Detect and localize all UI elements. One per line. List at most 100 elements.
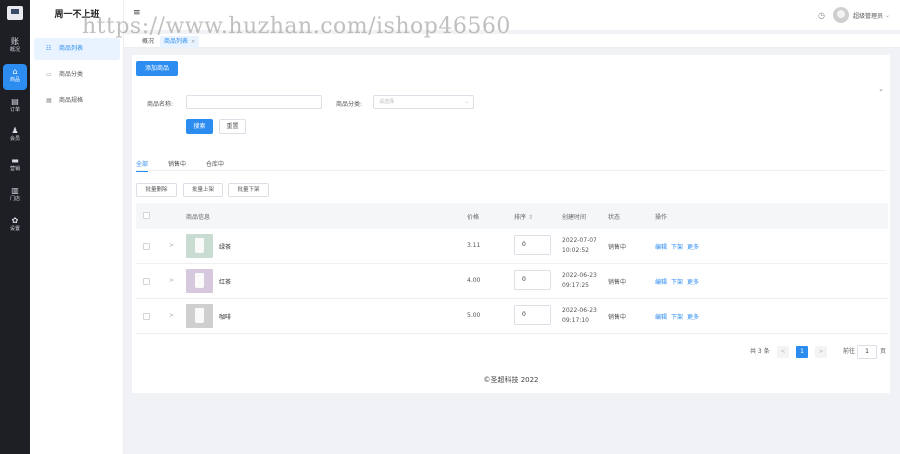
table-row: > 红茶 4.00 0 2022-06-23 09:17:25 销售中 编辑 下架更… — [136, 264, 888, 299]
submenu-item-goods-category[interactable]: ▭ 商品分类 — [34, 64, 120, 86]
avatar[interactable] — [832, 7, 849, 23]
grid-icon: ▦ — [46, 97, 52, 104]
rail-item-label: 订单 — [9, 107, 20, 113]
created-time: 2022-06-23 09:17:10 — [562, 306, 602, 326]
created-time: 2022-07-07 10:02:52 — [562, 236, 602, 256]
user-area: ◷ 超级管理员 ⌄ — [818, 5, 890, 25]
tab-on-sale[interactable]: 销售中 — [168, 159, 186, 168]
rail-item-label: 概况 — [9, 47, 20, 53]
expand-icon[interactable]: > — [169, 277, 174, 284]
created-time: 2022-06-23 09:17:25 — [562, 271, 602, 291]
goods-price: 3.11 — [467, 242, 481, 249]
row-checkbox[interactable] — [143, 243, 150, 250]
chevron-down-icon[interactable]: ⌄ — [885, 12, 890, 19]
created-clock: 10:02:52 — [562, 247, 589, 254]
batch-on-shelf-button[interactable]: 批量上架 — [183, 183, 223, 197]
list-icon: ☷ — [46, 45, 52, 52]
select-all-checkbox[interactable] — [143, 212, 150, 219]
off-shelf-link[interactable]: 下架 — [671, 314, 683, 321]
col-actions: 操作 — [655, 214, 668, 221]
category-select[interactable]: 请选择 ⌄ — [373, 95, 474, 109]
folder-icon: ▭ — [46, 71, 52, 78]
chevron-down-icon: ⌄ — [464, 99, 469, 105]
notification-icon[interactable]: ◷ — [818, 11, 825, 20]
tab-label: 商品列表 — [164, 38, 189, 45]
more-link[interactable]: 更多 — [687, 244, 699, 251]
stores-icon: ▥ — [11, 186, 19, 195]
more-link[interactable]: 更多 — [687, 314, 699, 321]
menu-toggle-icon[interactable]: ≡ — [133, 8, 141, 18]
tabs-divider — [136, 170, 886, 171]
submenu-item-goods-spec[interactable]: ▦ 商品规格 — [34, 90, 120, 112]
user-name[interactable]: 超级管理员 — [853, 11, 883, 20]
batch-off-shelf-button[interactable]: 批量下架 — [228, 183, 269, 197]
goods-name: 红茶 — [219, 279, 232, 286]
table-header: 商品信息 价格 排序 ⇕ 创建时间 状态 操作 — [136, 203, 888, 229]
members-icon: ♟ — [11, 126, 19, 135]
sort-input[interactable]: 0 — [514, 305, 551, 325]
col-sort[interactable]: 排序 ⇕ — [514, 212, 533, 221]
orders-icon: ▤ — [11, 97, 19, 106]
goods-name: 咖啡 — [219, 314, 232, 321]
tab-in-warehouse[interactable]: 仓库中 — [206, 159, 224, 168]
rail-item-orders[interactable]: ▤ 订单 — [3, 94, 27, 120]
batch-delete-button[interactable]: 批量删除 — [136, 183, 177, 197]
edit-link[interactable]: 编辑 — [655, 314, 667, 321]
rail-item-goods[interactable]: ⌂ 商品 — [3, 64, 27, 90]
tab-label: 概况 — [142, 38, 155, 45]
row-checkbox[interactable] — [143, 313, 150, 320]
sort-input[interactable]: 0 — [514, 270, 551, 290]
marketing-icon: ▬ — [11, 156, 19, 165]
goods-icon: ⌂ — [12, 67, 18, 76]
goods-name-label: 商品名称: — [147, 101, 174, 108]
rail-item-overview[interactable]: 账 概况 — [3, 34, 27, 60]
expand-icon[interactable]: > — [169, 242, 174, 249]
rail-item-label: 商品 — [9, 77, 20, 83]
goto-page-input[interactable]: 1 — [857, 345, 877, 359]
reset-button[interactable]: 重置 — [219, 119, 246, 134]
next-page-button[interactable]: > — [815, 346, 827, 358]
brand-title: 周一不上班 — [54, 10, 100, 20]
tab-overview[interactable]: 概况 — [138, 36, 158, 48]
goods-name-input[interactable] — [186, 95, 322, 109]
expand-icon[interactable]: > — [169, 312, 174, 319]
off-shelf-link[interactable]: 下架 — [671, 244, 683, 251]
sort-icon[interactable]: ⇕ — [528, 214, 533, 221]
goto-label: 前往 — [843, 348, 856, 355]
rail-item-label: 门店 — [9, 196, 20, 202]
goods-thumbnail — [186, 234, 213, 258]
submenu-item-goods-list[interactable]: ☷ 商品列表 — [34, 38, 120, 60]
goods-price: 5.00 — [467, 312, 481, 319]
rail-item-stores[interactable]: ▥ 门店 — [3, 183, 27, 209]
add-goods-button[interactable]: 添加商品 — [136, 61, 178, 76]
row-actions: 编辑 下架 更多 — [655, 277, 703, 286]
off-shelf-link[interactable]: 下架 — [671, 279, 683, 286]
close-icon[interactable]: × — [191, 39, 195, 45]
content-card: 添加商品 ⌄ 商品名称: 商品分类: 请选择 ⌄ 搜索 重置 全部 销售中 仓库… — [132, 55, 890, 393]
tab-goods-list[interactable]: 商品列表 × — [160, 36, 200, 48]
col-created-time: 创建时间 — [562, 214, 587, 221]
page-tabs: 概况 商品列表 × — [124, 34, 900, 48]
more-link[interactable]: 更多 — [687, 279, 699, 286]
created-clock: 09:17:10 — [562, 317, 589, 324]
col-sort-label: 排序 — [514, 214, 527, 221]
prev-page-button[interactable]: < — [777, 346, 789, 358]
rail-item-settings[interactable]: ✿ 设置 — [3, 213, 27, 239]
overview-icon: 账 — [11, 37, 19, 46]
rail-item-marketing[interactable]: ▬ 营销 — [3, 153, 27, 179]
top-header: ≡ ◷ 超级管理员 ⌄ — [124, 0, 900, 30]
main-nav-rail: 账 概况 ⌂ 商品 ▤ 订单 ♟ 会员 ▬ 营销 ▥ 门店 ✿ 设置 — [0, 0, 30, 454]
sort-input[interactable]: 0 — [514, 235, 551, 255]
search-button[interactable]: 搜索 — [186, 119, 213, 134]
page-unit-label: 页 — [880, 348, 887, 355]
row-checkbox[interactable] — [143, 278, 150, 285]
row-actions: 编辑 下架 更多 — [655, 312, 703, 321]
edit-link[interactable]: 编辑 — [655, 244, 667, 251]
submenu-label: 商品分类 — [59, 71, 84, 78]
page-button-current[interactable]: 1 — [796, 346, 808, 358]
row-actions: 编辑 下架 更多 — [655, 242, 703, 251]
category-label: 商品分类: — [336, 101, 363, 108]
chevron-down-icon[interactable]: ⌄ — [878, 85, 884, 93]
rail-item-members[interactable]: ♟ 会员 — [3, 123, 27, 149]
edit-link[interactable]: 编辑 — [655, 279, 667, 286]
